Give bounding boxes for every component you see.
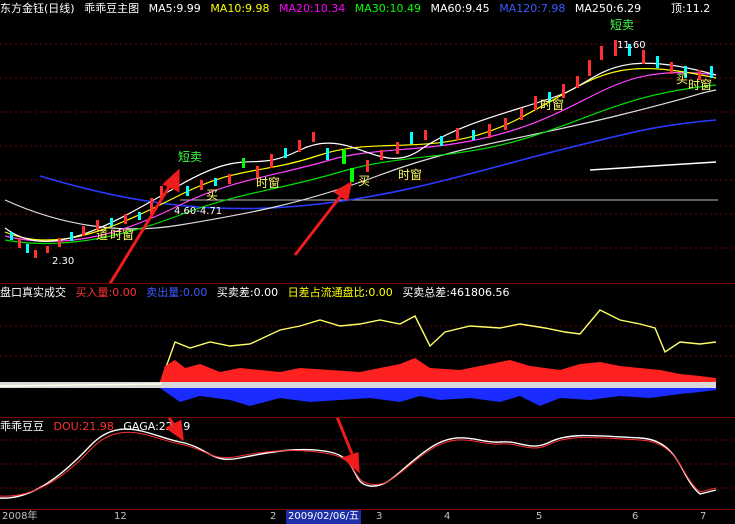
high-price-marker: 11.60 <box>617 40 646 51</box>
time-window-label-5: 时窗 <box>688 78 713 92</box>
volume-chart <box>0 309 735 406</box>
low-price-marker: 2.30 <box>52 256 75 267</box>
oscillator-chart <box>0 418 735 499</box>
date-label-12: 12 <box>114 511 127 522</box>
mid-price-marker: 4.60-4.71 <box>174 206 223 217</box>
time-window-label-1: 时窗 <box>110 228 135 242</box>
date-label-2: 2 <box>270 511 277 522</box>
time-window-label-4: 时窗 <box>540 98 565 112</box>
date-label-4: 4 <box>444 511 451 522</box>
time-window-label-3: 时窗 <box>398 168 423 182</box>
main-chart-panel[interactable]: 东方金钰(日线) 乖乖豆主图 MA5:9.99 MA10:9.98 MA20:1… <box>0 0 735 284</box>
date-label-2008: 2008年 <box>2 511 38 522</box>
buy-label-3: 买 <box>676 72 689 86</box>
volume-panel[interactable]: 盘口真实成交 买入量:0.00 卖出量:0.00 买卖差:0.00 日差占流通盘… <box>0 284 735 418</box>
oscillator-panel[interactable]: 乖乖豆豆 DOU:21.98 GAGA:22.19 <box>0 418 735 510</box>
time-window-label-2: 时窗 <box>256 176 281 190</box>
date-label-3: 3 <box>376 511 383 522</box>
date-axis: 2008年 12 2 2009/02/06/五 3 4 5 6 7 <box>0 510 735 524</box>
date-label-selected[interactable]: 2009/02/06/五 <box>286 510 362 524</box>
buy-label-2: 买 <box>358 174 371 188</box>
short-sell-label-right: 短卖 <box>610 18 635 32</box>
buy-label-1: 买 <box>206 188 219 202</box>
date-label-6: 6 <box>632 511 639 522</box>
date-label-5: 5 <box>536 511 543 522</box>
short-sell-label-left: 短卖 <box>178 150 203 164</box>
reduce-label: 道 <box>96 228 109 242</box>
date-label-7: 7 <box>700 511 707 522</box>
